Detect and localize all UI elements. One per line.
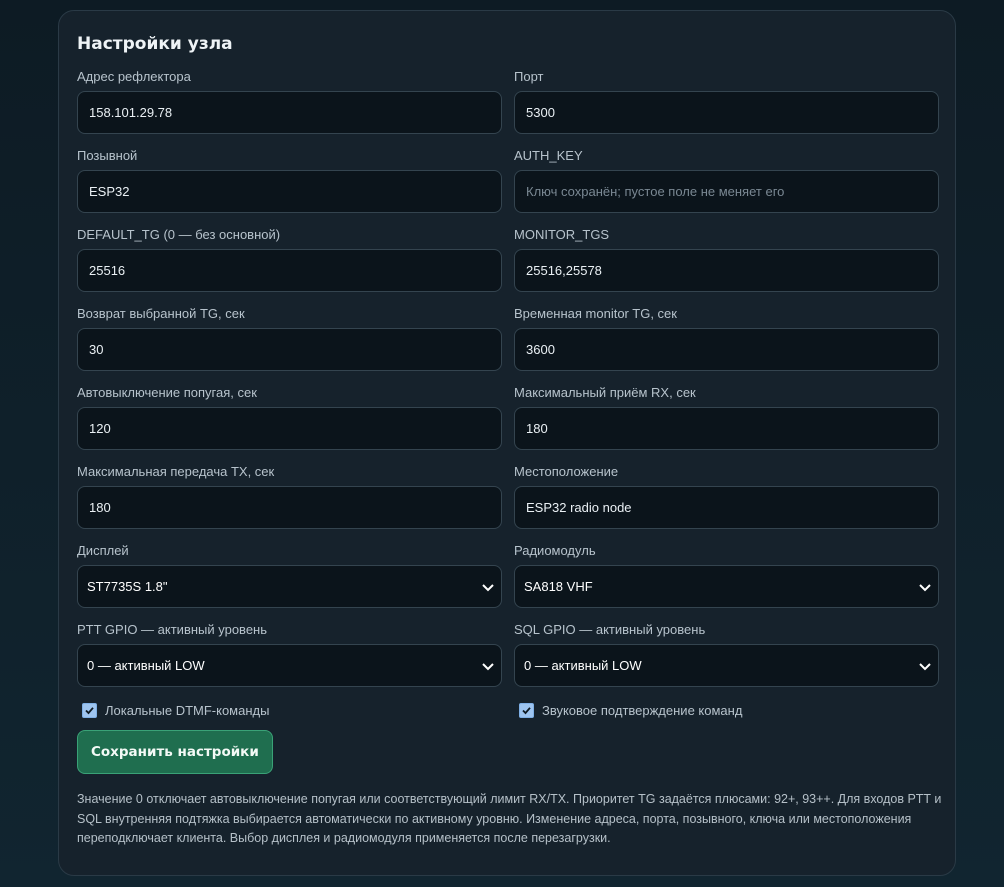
- chevron-down-icon: [919, 583, 931, 591]
- field-max-tx: Максимальная передача TX, сек: [77, 464, 502, 543]
- field-monitor-tgs: MONITOR_TGS: [514, 227, 939, 306]
- field-max-rx: Максимальный приём RX, сек: [514, 385, 939, 464]
- field-callsign: Позывной: [77, 148, 502, 227]
- ptt-gpio-select[interactable]: 0 — активный LOW: [77, 644, 502, 687]
- default-tg-label: DEFAULT_TG (0 — без основной): [77, 227, 281, 242]
- default-tg-input[interactable]: [77, 249, 502, 292]
- max-rx-label: Максимальный приём RX, сек: [514, 385, 696, 400]
- display-label: Дисплей: [77, 543, 129, 558]
- ptt-gpio-select-value: 0 — активный LOW: [87, 658, 205, 673]
- checkbox-row: Локальные DTMF-команды Звуковое подтверж…: [77, 698, 937, 722]
- ptt-gpio-label: PTT GPIO — активный уровень: [77, 622, 267, 637]
- radio-module-select-value: SA818 VHF: [524, 579, 593, 594]
- tg-return-label: Возврат выбранной TG, сек: [77, 306, 245, 321]
- checkbox-checked-icon[interactable]: [82, 702, 97, 718]
- save-settings-button[interactable]: Сохранить настройки: [77, 730, 273, 774]
- sql-gpio-select-value: 0 — активный LOW: [524, 658, 642, 673]
- auth-key-input[interactable]: [514, 170, 939, 213]
- audio-confirm-checkbox[interactable]: Звуковое подтверждение команд: [514, 698, 939, 722]
- auth-key-label: AUTH_KEY: [514, 148, 583, 163]
- reflector-address-label: Адрес рефлектора: [77, 69, 191, 84]
- settings-help-note: Значение 0 отключает автовыключение попу…: [77, 792, 942, 845]
- monitor-tgs-label: MONITOR_TGS: [514, 227, 610, 242]
- display-select[interactable]: ST7735S 1.8": [77, 565, 502, 608]
- field-reflector-address: Адрес рефлектора: [77, 69, 502, 148]
- port-label: Порт: [514, 69, 544, 84]
- tg-return-input[interactable]: [77, 328, 502, 371]
- audio-confirm-label: Звуковое подтверждение команд: [542, 702, 743, 718]
- callsign-label: Позывной: [77, 148, 138, 163]
- settings-grid: Адрес рефлектора Порт Позывной AUTH_KEY …: [77, 69, 939, 701]
- field-sql-gpio: SQL GPIO — активный уровень 0 — активный…: [514, 622, 939, 701]
- field-location: Местоположение: [514, 464, 939, 543]
- field-temp-monitor-tg: Временная monitor TG, сек: [514, 306, 939, 385]
- max-tx-input[interactable]: [77, 486, 502, 529]
- location-label: Местоположение: [514, 464, 619, 479]
- dtmf-commands-checkbox[interactable]: Локальные DTMF-команды: [77, 698, 502, 722]
- display-select-value: ST7735S 1.8": [87, 579, 168, 594]
- chevron-down-icon: [482, 583, 494, 591]
- node-settings-panel: Настройки узла Адрес рефлектора Порт Поз…: [58, 10, 956, 876]
- radio-module-select[interactable]: SA818 VHF: [514, 565, 939, 608]
- reflector-address-input[interactable]: [77, 91, 502, 134]
- panel-title: Настройки узла: [77, 34, 233, 54]
- chevron-down-icon: [919, 662, 931, 670]
- field-radio-module: Радиомодуль SA818 VHF: [514, 543, 939, 622]
- temp-monitor-tg-label: Временная monitor TG, сек: [514, 306, 677, 321]
- field-default-tg: DEFAULT_TG (0 — без основной): [77, 227, 502, 306]
- parrot-timeout-label: Автовыключение попугая, сек: [77, 385, 257, 400]
- field-parrot-timeout: Автовыключение попугая, сек: [77, 385, 502, 464]
- field-tg-return: Возврат выбранной TG, сек: [77, 306, 502, 385]
- parrot-timeout-input[interactable]: [77, 407, 502, 450]
- location-input[interactable]: [514, 486, 939, 529]
- max-tx-label: Максимальная передача TX, сек: [77, 464, 275, 479]
- temp-monitor-tg-input[interactable]: [514, 328, 939, 371]
- sql-gpio-label: SQL GPIO — активный уровень: [514, 622, 706, 637]
- field-ptt-gpio: PTT GPIO — активный уровень 0 — активный…: [77, 622, 502, 701]
- dtmf-commands-label: Локальные DTMF-команды: [105, 702, 270, 718]
- field-display: Дисплей ST7735S 1.8": [77, 543, 502, 622]
- max-rx-input[interactable]: [514, 407, 939, 450]
- radio-module-label: Радиомодуль: [514, 543, 596, 558]
- chevron-down-icon: [482, 662, 494, 670]
- callsign-input[interactable]: [77, 170, 502, 213]
- checkbox-checked-icon[interactable]: [519, 702, 534, 718]
- monitor-tgs-input[interactable]: [514, 249, 939, 292]
- sql-gpio-select[interactable]: 0 — активный LOW: [514, 644, 939, 687]
- field-auth-key: AUTH_KEY: [514, 148, 939, 227]
- port-input[interactable]: [514, 91, 939, 134]
- field-port: Порт: [514, 69, 939, 148]
